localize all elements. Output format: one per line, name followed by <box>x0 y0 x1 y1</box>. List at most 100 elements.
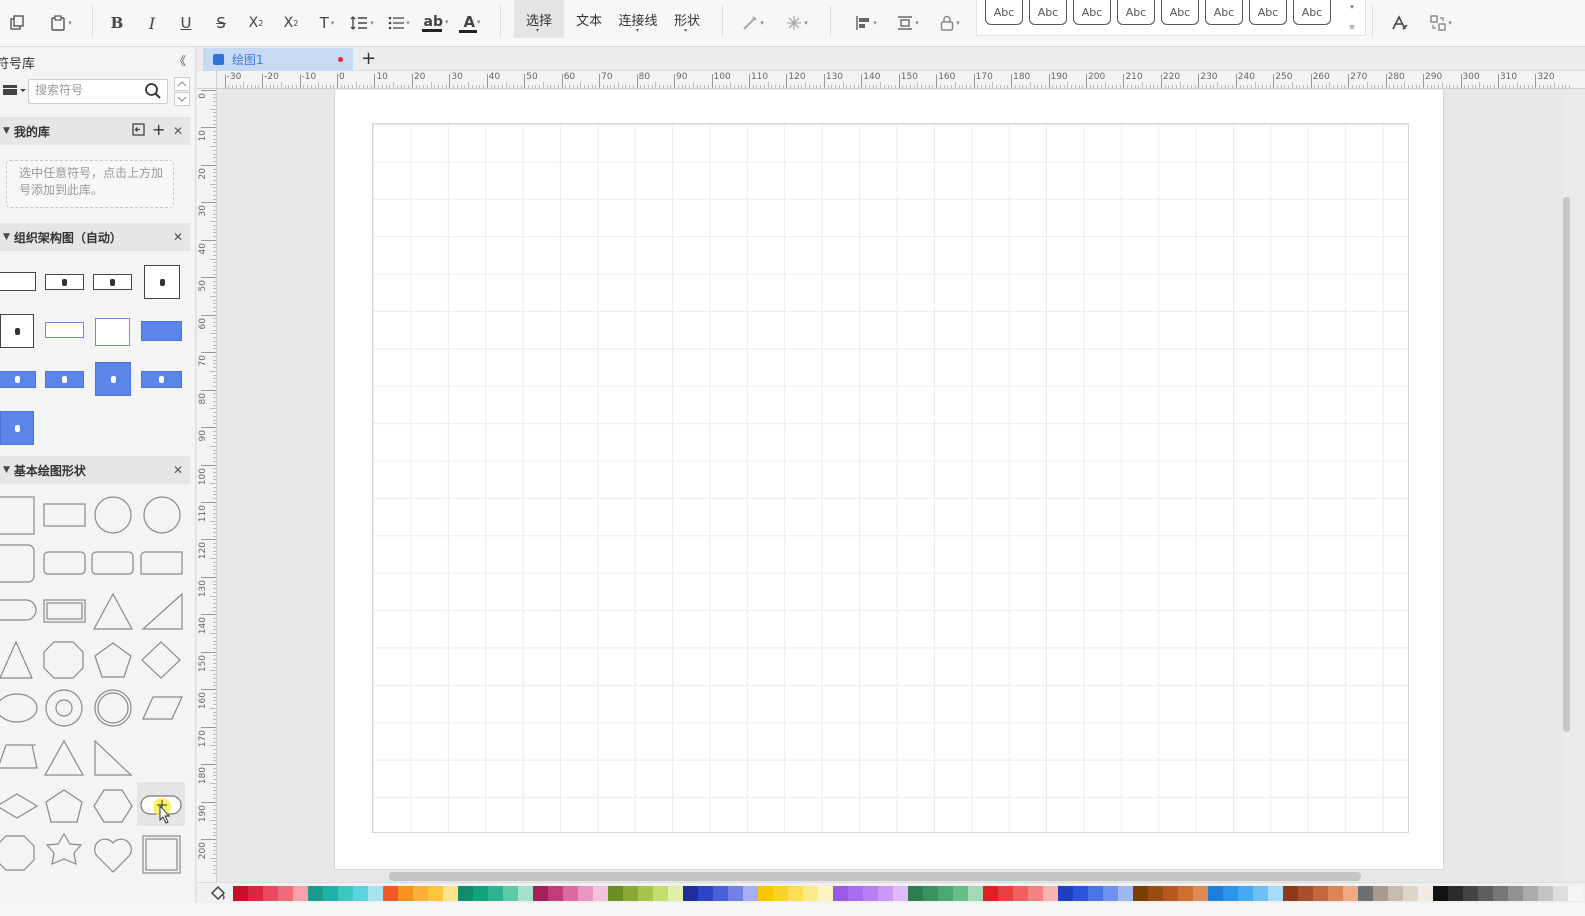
style-preset-1[interactable]: Abc <box>985 0 1023 25</box>
color-swatch[interactable] <box>1043 886 1058 901</box>
color-swatch[interactable] <box>383 886 398 901</box>
color-swatch[interactable] <box>1328 886 1343 901</box>
color-swatch[interactable] <box>758 886 773 901</box>
style-preset-2[interactable]: Abc <box>1029 0 1067 25</box>
color-swatch[interactable] <box>968 886 983 901</box>
org-shape-10[interactable] <box>45 371 84 388</box>
color-swatch[interactable] <box>863 886 878 901</box>
color-swatch[interactable] <box>698 886 713 901</box>
color-swatch[interactable] <box>1568 886 1583 901</box>
style-preset-3[interactable]: Abc <box>1073 0 1111 25</box>
color-swatch[interactable] <box>248 886 263 901</box>
add-to-library-icon[interactable]: + <box>152 120 165 139</box>
color-swatch[interactable] <box>1238 886 1253 901</box>
bold-icon[interactable]: B <box>106 9 128 37</box>
color-swatch[interactable] <box>578 886 593 901</box>
color-swatch[interactable] <box>563 886 578 901</box>
color-swatch[interactable] <box>1418 886 1433 901</box>
color-swatch[interactable] <box>878 886 893 901</box>
color-swatch[interactable] <box>923 886 938 901</box>
close-section-icon[interactable]: ✕ <box>173 463 183 477</box>
style-preset-6[interactable]: Abc <box>1205 0 1243 25</box>
style-presets-more-icon[interactable]: ▾ ≡ <box>1346 2 1358 34</box>
org-shape-5[interactable] <box>0 314 34 348</box>
color-swatch[interactable] <box>953 886 968 901</box>
color-swatch[interactable] <box>608 886 623 901</box>
style-preset-4[interactable]: Abc <box>1117 0 1155 25</box>
color-swatch[interactable] <box>1553 886 1568 901</box>
color-swatch[interactable] <box>1298 886 1313 901</box>
color-swatch[interactable] <box>488 886 503 901</box>
mode-select-tab[interactable]: 选择 ▾ <box>514 0 564 38</box>
color-swatch[interactable] <box>1163 886 1178 901</box>
color-swatch[interactable] <box>803 886 818 901</box>
collapse-panel-icon[interactable]: 《 <box>174 52 186 69</box>
color-swatch[interactable] <box>1448 886 1463 901</box>
color-swatch[interactable] <box>293 886 308 901</box>
color-swatch[interactable] <box>1208 886 1223 901</box>
color-swatch[interactable] <box>263 886 278 901</box>
color-swatch[interactable] <box>848 886 863 901</box>
mode-shape-tab[interactable]: 形状 ▾ <box>662 0 712 38</box>
replace-icon[interactable]: ▾ <box>1426 9 1456 37</box>
align-icon[interactable]: ▾ <box>850 9 882 37</box>
color-swatch[interactable] <box>908 886 923 901</box>
text-highlight-icon[interactable]: ab ▾ <box>420 9 452 37</box>
color-swatch[interactable] <box>818 886 833 901</box>
style-preset-5[interactable]: Abc <box>1161 0 1199 25</box>
color-swatch[interactable] <box>1118 886 1133 901</box>
close-section-icon[interactable]: ✕ <box>173 230 183 244</box>
list-icon[interactable]: ▾ <box>384 9 414 37</box>
color-swatch[interactable] <box>683 886 698 901</box>
color-swatch[interactable] <box>428 886 443 901</box>
import-library-icon[interactable] <box>132 123 145 139</box>
color-swatch[interactable] <box>518 886 533 901</box>
copy-format-icon[interactable] <box>6 9 28 37</box>
color-swatch[interactable] <box>368 886 383 901</box>
color-swatch[interactable] <box>473 886 488 901</box>
canvas-area[interactable] <box>218 90 1563 882</box>
color-swatch[interactable] <box>398 886 413 901</box>
color-swatch[interactable] <box>1253 886 1268 901</box>
clear-format-icon[interactable]: T ▾ <box>312 9 342 37</box>
basic-shapes-grid[interactable] <box>0 490 190 916</box>
color-swatch[interactable] <box>1493 886 1508 901</box>
color-swatch[interactable] <box>1523 886 1538 901</box>
format-painter-icon[interactable] <box>1388 9 1412 37</box>
color-swatch[interactable] <box>533 886 548 901</box>
mode-text-tab[interactable]: 文本 <box>564 0 614 38</box>
fill-bucket-icon[interactable] <box>209 885 227 904</box>
org-shape-7[interactable] <box>95 318 130 346</box>
org-shape-11[interactable] <box>95 362 131 396</box>
horizontal-scrollbar-thumb[interactable] <box>389 872 1361 881</box>
lock-icon[interactable]: ▾ <box>934 9 966 37</box>
color-swatch[interactable] <box>1373 886 1388 901</box>
org-shape-6[interactable] <box>45 322 84 338</box>
color-swatch[interactable] <box>1178 886 1193 901</box>
color-swatch[interactable] <box>458 886 473 901</box>
org-shape-13[interactable] <box>0 411 34 445</box>
drawing-page[interactable] <box>334 90 1444 870</box>
color-swatch[interactable] <box>788 886 803 901</box>
color-swatch[interactable] <box>623 886 638 901</box>
color-swatch[interactable] <box>1508 886 1523 901</box>
section-org-chart-header[interactable]: ▼ 组织架构图（自动） ✕ <box>0 223 190 251</box>
color-swatch[interactable] <box>998 886 1013 901</box>
color-swatch[interactable] <box>893 886 908 901</box>
section-my-library-header[interactable]: ▼ 我的库 + ✕ <box>0 117 190 145</box>
org-shape-4[interactable] <box>144 265 180 299</box>
color-swatch[interactable] <box>278 886 293 901</box>
subscript-icon[interactable]: X2 <box>279 9 303 37</box>
color-swatch[interactable] <box>593 886 608 901</box>
color-swatch[interactable] <box>1388 886 1403 901</box>
strikethrough-icon[interactable]: S <box>210 9 232 37</box>
color-swatch[interactable] <box>1343 886 1358 901</box>
color-swatch[interactable] <box>1313 886 1328 901</box>
color-swatch[interactable] <box>413 886 428 901</box>
color-swatch[interactable] <box>1148 886 1163 901</box>
color-swatch[interactable] <box>503 886 518 901</box>
color-swatch[interactable] <box>1193 886 1208 901</box>
line-spacing-icon[interactable]: ▾ <box>346 9 378 37</box>
underline-icon[interactable]: U <box>175 9 197 37</box>
color-swatch[interactable] <box>1283 886 1298 901</box>
